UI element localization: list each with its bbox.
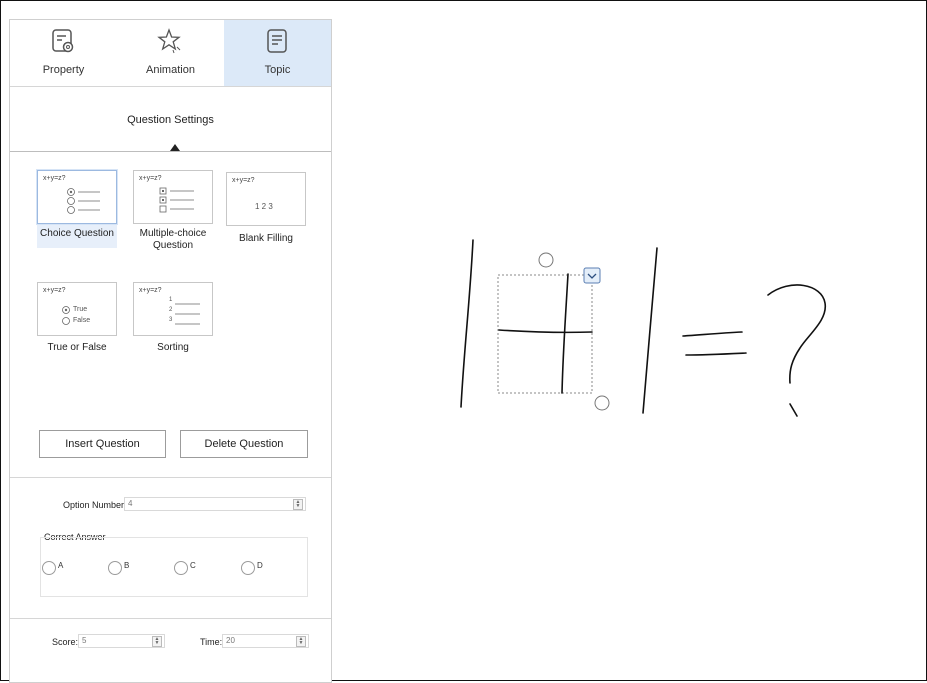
answer-b-label: B — [124, 561, 130, 570]
answer-d-radio[interactable] — [241, 561, 255, 575]
score-spinner[interactable]: 5 ▲ ▼ — [78, 634, 165, 648]
true-option: True — [73, 306, 88, 313]
document-icon — [267, 29, 287, 53]
divider — [10, 151, 331, 152]
handwritten-equals-top — [682, 331, 743, 337]
sorting-preview: x+y=z? 1 2 3 — [133, 282, 213, 336]
answer-c-label: C — [190, 561, 196, 570]
handwritten-bar-left — [460, 239, 474, 408]
handwritten-plus-vertical — [561, 273, 569, 394]
star-icon — [157, 28, 181, 54]
question-settings-title: Question Settings — [127, 114, 214, 126]
chevron-down-icon[interactable] — [583, 267, 601, 284]
score-value: 5 — [82, 636, 87, 645]
option-number-label: Option Number: — [63, 500, 127, 510]
sorting-lines-icon — [175, 303, 200, 325]
option-number-spinner[interactable]: 4 ▲ ▼ — [124, 497, 306, 511]
tab-topic[interactable]: Topic — [224, 20, 331, 86]
multiple-choice-preview: x+y=z? — [133, 170, 213, 224]
handwritten-question-dot — [789, 403, 798, 417]
insert-question-button[interactable]: Insert Question — [39, 430, 166, 458]
answer-d-label: D — [257, 561, 263, 570]
divider — [10, 477, 331, 478]
multiple-choice-label: Multiple-choice Question — [139, 228, 207, 251]
blank-numbers: 1 2 3 — [255, 202, 273, 211]
tab-animation[interactable]: Animation — [117, 20, 224, 86]
tab-topic-label: Topic — [264, 64, 291, 76]
false-option: False — [73, 317, 91, 324]
checkbox-list-icon — [159, 187, 194, 213]
question-type-multiple-choice[interactable]: x+y=z? Multiple-choice Question — [133, 170, 213, 252]
spinner-arrows-icon[interactable]: ▲ ▼ — [152, 636, 162, 647]
answer-b-radio[interactable] — [108, 561, 122, 575]
question-type-sorting[interactable]: x+y=z? 1 2 3 Sorting — [133, 282, 213, 354]
blank-filling-label: Blank Filling — [239, 233, 293, 244]
rotate-handle[interactable] — [538, 252, 554, 268]
question-type-choice[interactable]: x+y=z? Choice Question — [36, 169, 118, 248]
selection-box[interactable] — [497, 274, 593, 394]
question-type-true-false[interactable]: x+y=z? True False True or False — [37, 282, 117, 354]
settings-document-icon — [52, 29, 74, 53]
properties-panel: Property Animation Topic Question Settin… — [9, 19, 332, 683]
handwritten-equals-bottom — [685, 352, 747, 356]
option-number-value: 4 — [128, 499, 133, 508]
tab-animation-label: Animation — [146, 64, 195, 76]
delete-question-button[interactable]: Delete Question — [180, 430, 308, 458]
tab-property-label: Property — [42, 64, 85, 76]
choice-preview-icon — [67, 188, 100, 214]
time-label: Time: — [200, 637, 223, 647]
spinner-arrows-icon[interactable]: ▲ ▼ — [293, 499, 303, 510]
caret-up-icon — [170, 144, 180, 151]
resize-handle[interactable] — [594, 395, 610, 411]
handwritten-question-mark — [767, 284, 826, 384]
divider — [10, 618, 331, 619]
handwritten-plus-horizontal — [498, 329, 593, 334]
time-spinner[interactable]: 20 ▲ ▼ — [222, 634, 309, 648]
answer-a-radio[interactable] — [42, 561, 56, 575]
score-label: Score: — [52, 637, 79, 647]
blank-filling-preview: x+y=z? 1 2 3 — [226, 172, 306, 226]
choice-question-label: Choice Question — [40, 228, 114, 239]
choice-preview: x+y=z? — [36, 169, 118, 225]
sorting-label: Sorting — [157, 342, 189, 353]
true-false-label: True or False — [47, 342, 107, 353]
spinner-arrows-icon[interactable]: ▲ ▼ — [296, 636, 306, 647]
tab-property[interactable]: Property — [10, 20, 117, 86]
true-false-preview: x+y=z? True False — [37, 282, 117, 336]
time-value: 20 — [226, 636, 235, 645]
question-type-blank-filling[interactable]: x+y=z? 1 2 3 Blank Filling — [226, 172, 306, 245]
answer-a-label: A — [58, 561, 64, 570]
answer-c-radio[interactable] — [174, 561, 188, 575]
tab-bar: Property Animation Topic — [10, 20, 331, 87]
handwritten-bar-right — [642, 247, 658, 414]
whiteboard-canvas[interactable] — [331, 0, 927, 681]
